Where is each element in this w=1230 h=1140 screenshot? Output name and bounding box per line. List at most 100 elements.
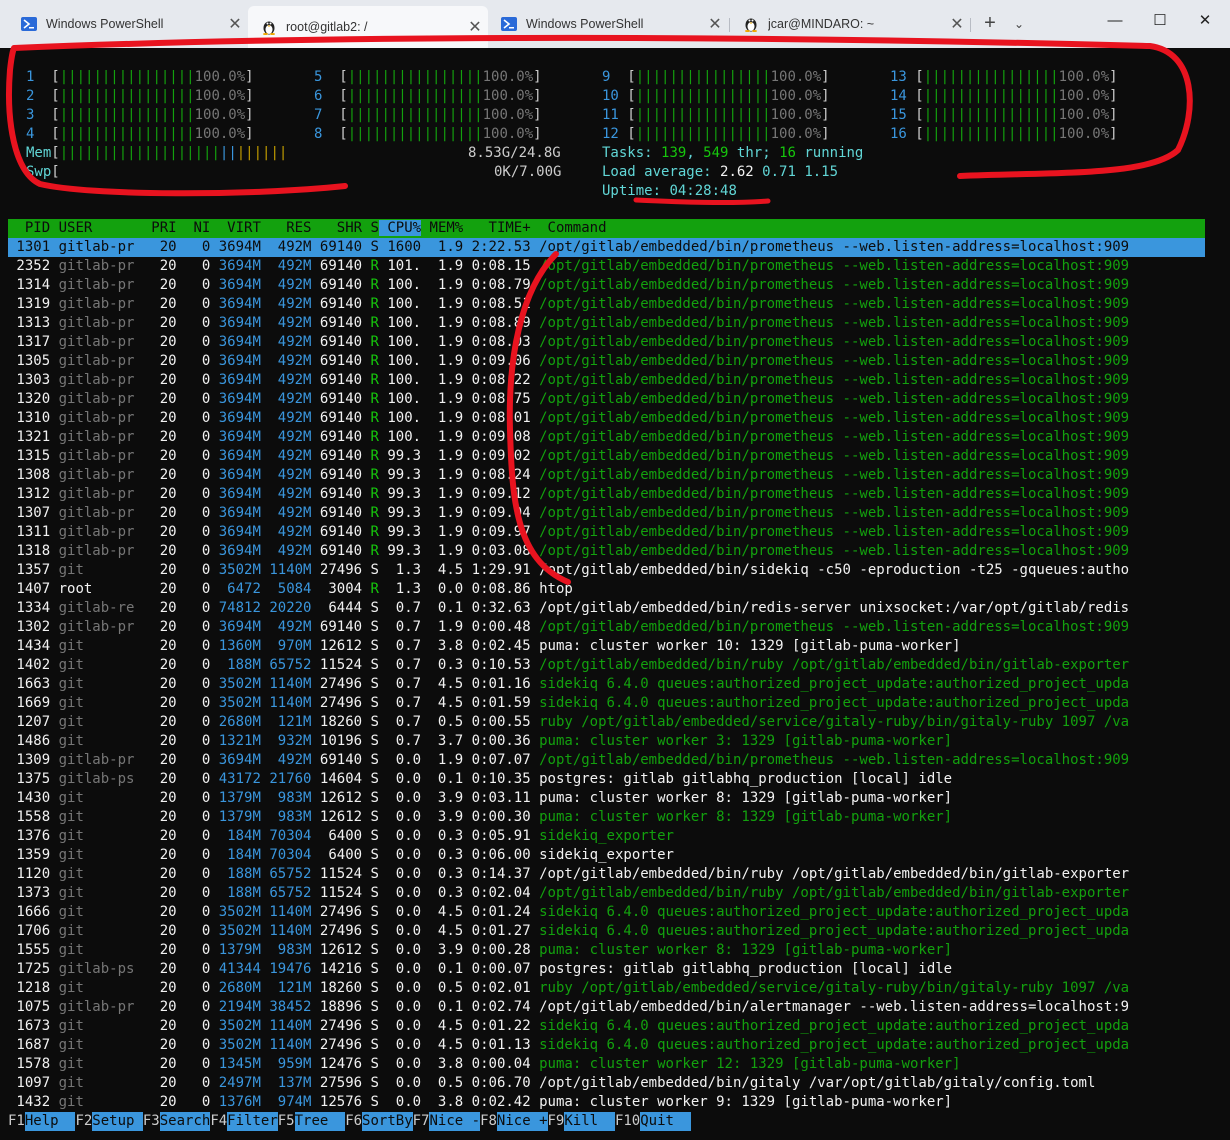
- fkey-action-f2[interactable]: Setup: [92, 1112, 143, 1131]
- table-row[interactable]: 1357 git 20 0 3502M 1140M 27496 S 1.3 4.…: [8, 561, 1205, 580]
- table-row[interactable]: 1207 git 20 0 2680M 121M 18260 S 0.7 0.5…: [8, 713, 1205, 732]
- cpu-number: 4: [26, 126, 35, 142]
- table-row[interactable]: 1558 git 20 0 1379M 983M 12612 S 0.0 3.9…: [8, 808, 1205, 827]
- table-row[interactable]: 1334 gitlab-re 20 0 74812 20220 6444 S 0…: [8, 599, 1205, 618]
- tab-close-icon[interactable]: ✕: [222, 14, 248, 34]
- table-row[interactable]: 1434 git 20 0 1360M 970M 12612 S 0.7 3.8…: [8, 637, 1205, 656]
- table-row[interactable]: 1312 gitlab-pr 20 0 3694M 492M 69140 R 9…: [8, 485, 1205, 504]
- table-row[interactable]: 1075 gitlab-pr 20 0 2194M 38452 18896 S …: [8, 998, 1205, 1017]
- tab-close-icon[interactable]: ✕: [702, 14, 728, 34]
- cell-shr: 27496: [311, 562, 363, 578]
- fkey-f9[interactable]: F9: [548, 1113, 565, 1129]
- table-row[interactable]: 1120 git 20 0 188M 65752 11524 S 0.0 0.3…: [8, 865, 1205, 884]
- fkey-action-f4[interactable]: Filter: [227, 1112, 278, 1131]
- table-row[interactable]: 1318 gitlab-pr 20 0 3694M 492M 69140 R 9…: [8, 542, 1205, 561]
- terminal-pane[interactable]: 1 [||||||||||||||||100.0%] 2 [|||||||||||…: [0, 48, 1230, 1140]
- table-row[interactable]: 1375 gitlab-ps 20 0 43172 21760 14604 S …: [8, 770, 1205, 789]
- table-row[interactable]: 1097 git 20 0 2497M 137M 27596 S 0.0 0.5…: [8, 1074, 1205, 1093]
- fkey-f2[interactable]: F2: [75, 1113, 92, 1129]
- col-time[interactable]: TIME+: [463, 220, 539, 236]
- table-row[interactable]: 1663 git 20 0 3502M 1140M 27496 S 0.7 4.…: [8, 675, 1205, 694]
- table-row[interactable]: 1307 gitlab-pr 20 0 3694M 492M 69140 R 9…: [8, 504, 1205, 523]
- table-row[interactable]: 1373 git 20 0 188M 65752 11524 S 0.0 0.3…: [8, 884, 1205, 903]
- table-row[interactable]: 1317 gitlab-pr 20 0 3694M 492M 69140 R 1…: [8, 333, 1205, 352]
- fkey-action-f8[interactable]: Nice +: [496, 1112, 548, 1131]
- tab-powershell-2[interactable]: Windows PowerShell ✕: [488, 8, 728, 40]
- col-ni[interactable]: NI: [177, 220, 210, 236]
- minimize-button[interactable]: —: [1093, 8, 1137, 36]
- fkey-f3[interactable]: F3: [143, 1113, 160, 1129]
- table-row[interactable]: 1218 git 20 0 2680M 121M 18260 S 0.0 0.5…: [8, 979, 1205, 998]
- table-row[interactable]: 1402 git 20 0 188M 65752 11524 S 0.7 0.3…: [8, 656, 1205, 675]
- table-row[interactable]: 1673 git 20 0 3502M 1140M 27496 S 0.0 4.…: [8, 1017, 1205, 1036]
- table-row[interactable]: 2352 gitlab-pr 20 0 3694M 492M 69140 R 1…: [8, 257, 1205, 276]
- maximize-button[interactable]: ☐: [1138, 8, 1182, 36]
- col-res[interactable]: RES: [261, 220, 311, 236]
- cpu-meter-11: 11 [||||||||||||||||100.0%]: [602, 107, 830, 123]
- tab-powershell-1[interactable]: Windows PowerShell ✕: [8, 8, 248, 40]
- table-row[interactable]: 1321 gitlab-pr 20 0 3694M 492M 69140 R 1…: [8, 428, 1205, 447]
- table-row[interactable]: 1319 gitlab-pr 20 0 3694M 492M 69140 R 1…: [8, 295, 1205, 314]
- cell-s: R: [362, 391, 379, 407]
- table-row[interactable]: 1432 git 20 0 1376M 974M 12576 S 0.0 3.8…: [8, 1093, 1205, 1112]
- fkey-f6[interactable]: F6: [345, 1113, 362, 1129]
- table-row[interactable]: 1315 gitlab-pr 20 0 3694M 492M 69140 R 9…: [8, 447, 1205, 466]
- col-mem[interactable]: MEM%: [430, 220, 464, 236]
- table-row[interactable]: 1320 gitlab-pr 20 0 3694M 492M 69140 R 1…: [8, 390, 1205, 409]
- fkey-action-f9[interactable]: Kill: [564, 1112, 615, 1131]
- table-row[interactable]: 1666 git 20 0 3502M 1140M 27496 S 0.0 4.…: [8, 903, 1205, 922]
- cell-ni: 0: [176, 676, 211, 692]
- table-row[interactable]: 1309 gitlab-pr 20 0 3694M 492M 69140 S 0…: [8, 751, 1205, 770]
- table-row[interactable]: 1313 gitlab-pr 20 0 3694M 492M 69140 R 1…: [8, 314, 1205, 333]
- table-row[interactable]: 1302 gitlab-pr 20 0 3694M 492M 69140 S 0…: [8, 618, 1205, 637]
- fkey-f7[interactable]: F7: [413, 1113, 430, 1129]
- table-row[interactable]: 1706 git 20 0 3502M 1140M 27496 S 0.0 4.…: [8, 922, 1205, 941]
- table-row[interactable]: 1359 git 20 0 184M 70304 6400 S 0.0 0.3 …: [8, 846, 1205, 865]
- table-row[interactable]: 1578 git 20 0 1345M 959M 12476 S 0.0 3.8…: [8, 1055, 1205, 1074]
- fkey-action-f7[interactable]: Nice -: [429, 1112, 481, 1131]
- col-pid[interactable]: PID: [8, 220, 50, 236]
- table-row[interactable]: 1555 git 20 0 1379M 983M 12612 S 0.0 3.9…: [8, 941, 1205, 960]
- fkey-action-f3[interactable]: Search: [159, 1112, 211, 1131]
- col-state[interactable]: S: [362, 220, 378, 236]
- col-shr[interactable]: SHR: [311, 220, 362, 236]
- tab-gitlab2[interactable]: root@gitlab2: / ✕: [248, 6, 488, 48]
- fkey-f1[interactable]: F1: [8, 1113, 25, 1129]
- fkey-f8[interactable]: F8: [480, 1113, 497, 1129]
- table-row-selected[interactable]: 1301 gitlab-pr 20 0 3694M 492M 69140 S 1…: [8, 238, 1205, 257]
- process-list[interactable]: 1301 gitlab-pr 20 0 3694M 492M 69140 S 1…: [8, 238, 1205, 1112]
- table-row[interactable]: 1407 root 20 0 6472 5084 3004 R 1.3 0.0 …: [8, 580, 1205, 599]
- table-row[interactable]: 1687 git 20 0 3502M 1140M 27496 S 0.0 4.…: [8, 1036, 1205, 1055]
- table-row[interactable]: 1305 gitlab-pr 20 0 3694M 492M 69140 R 1…: [8, 352, 1205, 371]
- table-row[interactable]: 1310 gitlab-pr 20 0 3694M 492M 69140 R 1…: [8, 409, 1205, 428]
- table-row[interactable]: 1725 gitlab-ps 20 0 41344 19476 14216 S …: [8, 960, 1205, 979]
- table-row[interactable]: 1314 gitlab-pr 20 0 3694M 492M 69140 R 1…: [8, 276, 1205, 295]
- fkey-action-f5[interactable]: Tree: [294, 1112, 346, 1131]
- table-row[interactable]: 1303 gitlab-pr 20 0 3694M 492M 69140 R 1…: [8, 371, 1205, 390]
- cell-shr: 14216: [311, 961, 363, 977]
- col-pri[interactable]: PRI: [134, 220, 176, 236]
- fkey-action-f10[interactable]: Quit: [640, 1112, 691, 1131]
- fkey-action-f6[interactable]: SortBy: [362, 1112, 413, 1131]
- col-user[interactable]: USER: [59, 220, 135, 236]
- table-row[interactable]: 1308 gitlab-pr 20 0 3694M 492M 69140 R 9…: [8, 466, 1205, 485]
- table-row[interactable]: 1669 git 20 0 3502M 1140M 27496 S 0.7 4.…: [8, 694, 1205, 713]
- col-virt[interactable]: VIRT: [210, 220, 261, 236]
- table-row[interactable]: 1430 git 20 0 1379M 983M 12612 S 0.0 3.9…: [8, 789, 1205, 808]
- tab-dropdown-button[interactable]: ⌄: [1008, 12, 1030, 36]
- new-tab-button[interactable]: +: [977, 12, 1003, 36]
- tab-close-icon[interactable]: ✕: [944, 14, 970, 34]
- col-cpu-sorted[interactable]: CPU%: [378, 220, 422, 236]
- tab-mindaro[interactable]: jcar@MINDARO: ~ ✕: [730, 8, 970, 40]
- tab-close-icon[interactable]: ✕: [462, 17, 488, 37]
- table-row[interactable]: 1376 git 20 0 184M 70304 6400 S 0.0 0.3 …: [8, 827, 1205, 846]
- fkey-action-f1[interactable]: Help: [24, 1112, 76, 1131]
- cell-cpu: 0.0: [378, 942, 422, 958]
- fkey-f10[interactable]: F10: [615, 1113, 640, 1129]
- table-row[interactable]: 1311 gitlab-pr 20 0 3694M 492M 69140 R 9…: [8, 523, 1205, 542]
- close-window-button[interactable]: ✕: [1183, 8, 1227, 36]
- fkey-f5[interactable]: F5: [278, 1113, 295, 1129]
- table-row[interactable]: 1486 git 20 0 1321M 932M 10196 S 0.7 3.7…: [8, 732, 1205, 751]
- fkey-f4[interactable]: F4: [210, 1113, 227, 1129]
- col-command[interactable]: Command: [539, 220, 607, 236]
